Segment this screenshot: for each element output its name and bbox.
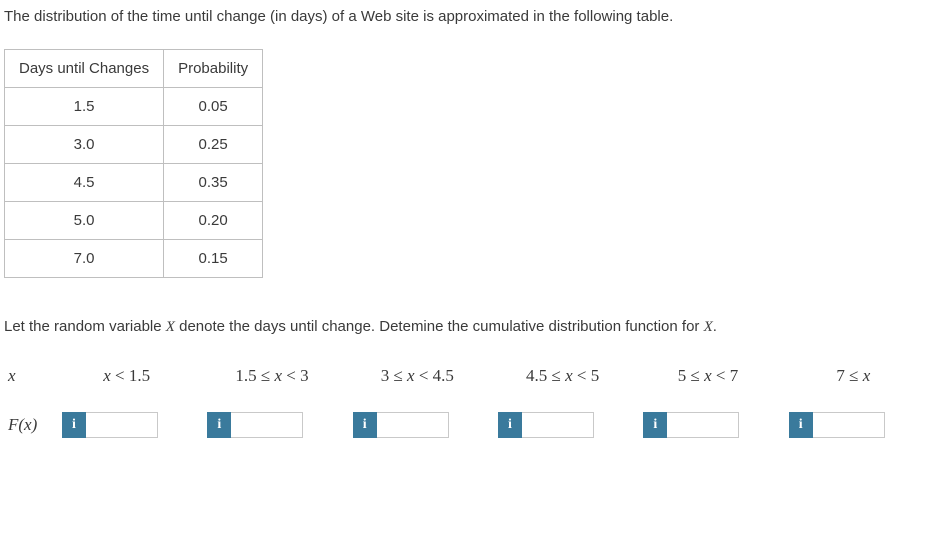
answer-cell-4: i	[498, 412, 594, 438]
cell-prob: 0.20	[164, 202, 263, 240]
col-head-pre: 3 ≤	[381, 366, 407, 385]
cdf-answer-grid: x x < 1.5 1.5 ≤ x < 3 3 ≤ x < 4.5 4.5 ≤ …	[4, 366, 926, 438]
info-icon[interactable]: i	[498, 412, 522, 438]
answer-cell-2: i	[207, 412, 303, 438]
answer-cell-5: i	[643, 412, 739, 438]
prompt-text: Let the random variable X denote the day…	[4, 318, 926, 336]
col-head-pre: 5 ≤	[678, 366, 704, 385]
cell-prob: 0.05	[164, 88, 263, 126]
answer-cell-1: i	[62, 412, 158, 438]
row-label-fx: F(x)	[4, 415, 54, 435]
cell-days: 1.5	[5, 88, 164, 126]
info-icon[interactable]: i	[207, 412, 231, 438]
table-header-prob: Probability	[164, 50, 263, 88]
table-row: 5.0 0.20	[5, 202, 263, 240]
fx-input-2[interactable]	[231, 412, 303, 438]
table-row: 4.5 0.35	[5, 164, 263, 202]
fx-input-4[interactable]	[522, 412, 594, 438]
col-head-var: x	[565, 366, 573, 385]
fx-input-5[interactable]	[667, 412, 739, 438]
info-icon[interactable]: i	[62, 412, 86, 438]
col-head-var: x	[103, 366, 111, 385]
col-head-var: x	[704, 366, 712, 385]
answer-cell-6: i	[789, 412, 885, 438]
cell-days: 7.0	[5, 240, 164, 278]
col-head-post: < 3	[282, 366, 309, 385]
col-head-5: 5 ≤ x < 7	[635, 366, 780, 386]
col-head-4: 4.5 ≤ x < 5	[490, 366, 635, 386]
answer-cell-3: i	[353, 412, 449, 438]
col-head-post: < 7	[712, 366, 739, 385]
cell-prob: 0.35	[164, 164, 263, 202]
col-head-pre: 1.5 ≤	[235, 366, 274, 385]
prompt-var: X	[166, 319, 175, 335]
col-head-2: 1.5 ≤ x < 3	[199, 366, 344, 386]
table-header-days: Days until Changes	[5, 50, 164, 88]
cell-days: 5.0	[5, 202, 164, 240]
table-row: 1.5 0.05	[5, 88, 263, 126]
col-head-1: x < 1.5	[54, 366, 199, 386]
col-head-post: < 5	[573, 366, 600, 385]
fx-input-6[interactable]	[813, 412, 885, 438]
col-head-post: < 1.5	[111, 366, 150, 385]
cell-prob: 0.25	[164, 126, 263, 164]
prompt-end: .	[713, 318, 717, 335]
table-row: 7.0 0.15	[5, 240, 263, 278]
col-head-3: 3 ≤ x < 4.5	[345, 366, 490, 386]
col-head-pre: 7 ≤	[836, 366, 862, 385]
fx-input-3[interactable]	[377, 412, 449, 438]
col-head-var: x	[407, 366, 415, 385]
prompt-post: denote the days until change. Detemine t…	[175, 318, 704, 335]
info-icon[interactable]: i	[643, 412, 667, 438]
prompt-var2: X	[704, 319, 713, 335]
fx-input-1[interactable]	[86, 412, 158, 438]
col-head-var: x	[863, 366, 871, 385]
table-row: 3.0 0.25	[5, 126, 263, 164]
col-head-pre: 4.5 ≤	[526, 366, 565, 385]
col-head-6: 7 ≤ x	[781, 366, 926, 386]
info-icon[interactable]: i	[353, 412, 377, 438]
cell-days: 4.5	[5, 164, 164, 202]
cell-days: 3.0	[5, 126, 164, 164]
info-icon[interactable]: i	[789, 412, 813, 438]
prompt-pre: Let the random variable	[4, 318, 166, 335]
col-head-post: < 4.5	[415, 366, 454, 385]
col-head-var: x	[274, 366, 282, 385]
cell-prob: 0.15	[164, 240, 263, 278]
intro-text: The distribution of the time until chang…	[4, 6, 926, 27]
row-label-x: x	[4, 366, 54, 386]
distribution-table: Days until Changes Probability 1.5 0.05 …	[4, 49, 263, 278]
